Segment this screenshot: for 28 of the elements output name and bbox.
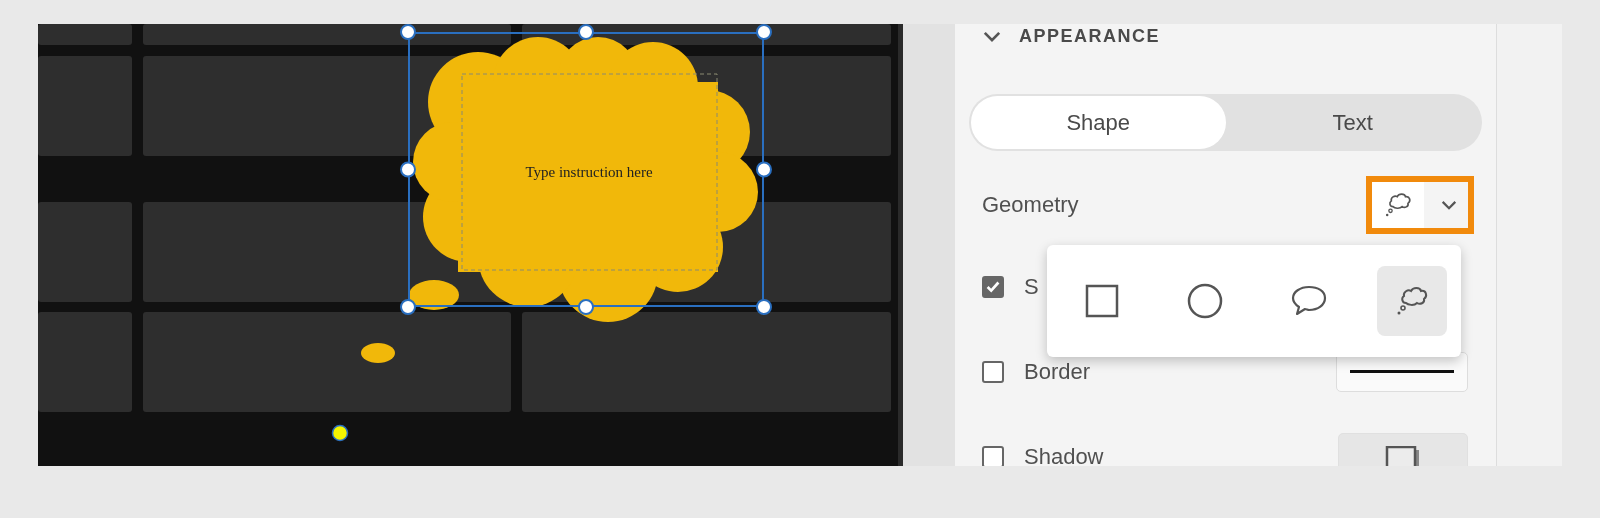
resize-handle[interactable] xyxy=(400,24,416,40)
checkbox-label: Border xyxy=(1024,359,1091,385)
chevron-icon[interactable] xyxy=(983,30,1001,42)
circle-icon xyxy=(1187,283,1224,319)
resize-handle[interactable] xyxy=(578,299,594,315)
checkbox[interactable] xyxy=(982,446,1004,466)
resize-handle[interactable] xyxy=(756,24,772,40)
section-title: APPEARANCE xyxy=(1019,25,1161,47)
resize-handle[interactable] xyxy=(578,24,594,40)
shape-option[interactable] xyxy=(1377,266,1447,336)
checkbox-label: Shadow xyxy=(1024,444,1104,466)
field-label: Geometry xyxy=(982,192,1079,218)
chevron-icon xyxy=(1440,199,1458,211)
checkbox[interactable] xyxy=(982,361,1004,383)
resize-handle[interactable] xyxy=(756,299,772,315)
tab[interactable]: Shape xyxy=(971,96,1226,149)
resize-handle[interactable] xyxy=(400,299,416,315)
geometry-dropdown[interactable] xyxy=(1366,176,1474,234)
square-icon xyxy=(1084,283,1120,319)
resize-handle[interactable] xyxy=(400,161,416,178)
line-icon xyxy=(1350,370,1454,374)
thought-bubble[interactable]: Type instruction here xyxy=(358,24,773,377)
checkbox[interactable] xyxy=(982,276,1004,298)
resize-handle[interactable] xyxy=(756,161,772,178)
checkbox-label: S xyxy=(1024,274,1039,300)
anchor-dot xyxy=(331,424,349,442)
annotation-text[interactable]: Type instruction here xyxy=(525,164,653,180)
tab[interactable]: Text xyxy=(1225,96,1480,149)
